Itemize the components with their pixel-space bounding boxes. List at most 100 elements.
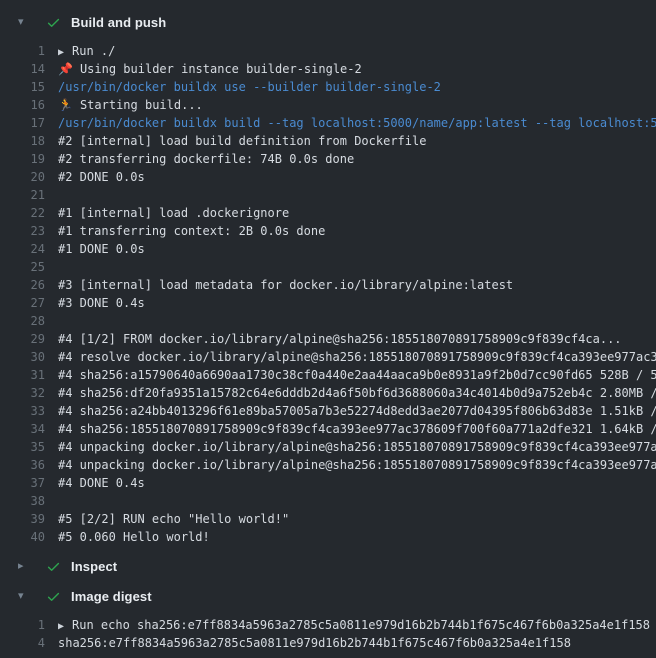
- line-number[interactable]: 16: [0, 96, 45, 114]
- line-number[interactable]: 15: [0, 78, 45, 96]
- line-text: Run echo sha256:e7ff8834a5963a2785c5a081…: [72, 618, 650, 632]
- line-number[interactable]: 17: [0, 114, 45, 132]
- line-text: #1 DONE 0.0s: [58, 242, 145, 256]
- step-header-inspect[interactable]: ▸ Inspect: [0, 548, 656, 578]
- line-number[interactable]: 29: [0, 330, 45, 348]
- line-content: 📌Using builder instance builder-single-2: [58, 60, 656, 78]
- line-text: Using builder instance builder-single-2: [80, 62, 362, 76]
- line-content: ▶Run ./: [58, 42, 656, 60]
- log-line: 23 #1 transferring context: 2B 0.0s done: [0, 222, 656, 240]
- log-line: 33 #4 sha256:a24bb4013296f61e89ba57005a7b…: [0, 402, 656, 420]
- line-text: #2 transferring dockerfile: 74B 0.0s don…: [58, 152, 354, 166]
- log-line: 36 #4 unpacking docker.io/library/alpine@…: [0, 456, 656, 474]
- chevron-down-icon[interactable]: ▾: [18, 17, 32, 28]
- line-content: #4 sha256:a24bb4013296f61e89ba57005a7b3e…: [58, 402, 656, 420]
- expand-group-icon[interactable]: ▶: [58, 621, 64, 632]
- log-line: 38: [0, 492, 656, 510]
- log-line: 20 #2 DONE 0.0s: [0, 168, 656, 186]
- line-text: #2 DONE 0.0s: [58, 170, 145, 184]
- log-line: 29 #4 [1/2] FROM docker.io/library/alpine…: [0, 330, 656, 348]
- line-text: #4 sha256:df20fa9351a15782c64e6dddb2d4a6…: [58, 386, 656, 400]
- line-text: #4 unpacking docker.io/library/alpine@sh…: [58, 458, 656, 472]
- line-content: #3 DONE 0.4s: [58, 294, 656, 312]
- line-content: #3 [internal] load metadata for docker.i…: [58, 276, 656, 294]
- line-content: #4 sha256:df20fa9351a15782c64e6dddb2d4a6…: [58, 384, 656, 402]
- log-line: 27 #3 DONE 0.4s: [0, 294, 656, 312]
- line-text: #2 [internal] load build definition from…: [58, 134, 426, 148]
- line-text: #1 [internal] load .dockerignore: [58, 206, 289, 220]
- line-number[interactable]: 33: [0, 402, 45, 420]
- line-number[interactable]: 23: [0, 222, 45, 240]
- line-text: #1 transferring context: 2B 0.0s done: [58, 224, 325, 238]
- line-content: #1 transferring context: 2B 0.0s done: [58, 222, 656, 240]
- log-line: 18 #2 [internal] load build definition fr…: [0, 132, 656, 150]
- line-number[interactable]: 36: [0, 456, 45, 474]
- line-number[interactable]: 14: [0, 60, 45, 78]
- step-header-build-and-push[interactable]: ▾ Build and push: [0, 0, 656, 34]
- line-content: 🏃 Starting build...: [58, 96, 656, 114]
- line-text: #5 [2/2] RUN echo "Hello world!": [58, 512, 289, 526]
- step-header-image-digest[interactable]: ▾ Image digest: [0, 578, 656, 608]
- line-number[interactable]: 24: [0, 240, 45, 258]
- line-content: /usr/bin/docker buildx use --builder bui…: [58, 78, 656, 96]
- line-number[interactable]: 39: [0, 510, 45, 528]
- line-number[interactable]: 32: [0, 384, 45, 402]
- log-line: 25: [0, 258, 656, 276]
- expand-group-icon[interactable]: ▶: [58, 47, 64, 58]
- line-text: #4 sha256:a24bb4013296f61e89ba57005a7b3e…: [58, 404, 656, 418]
- line-number[interactable]: 22: [0, 204, 45, 222]
- line-text: #4 sha256:a15790640a6690aa1730c38cf0a440…: [58, 368, 656, 382]
- log-line: 15/usr/bin/docker buildx use --builder b…: [0, 78, 656, 96]
- line-content: #2 transferring dockerfile: 74B 0.0s don…: [58, 150, 656, 168]
- line-content: #5 [2/2] RUN echo "Hello world!": [58, 510, 656, 528]
- log-line: 32 #4 sha256:df20fa9351a15782c64e6dddb2d4…: [0, 384, 656, 402]
- line-text: Starting build...: [80, 98, 203, 112]
- line-number[interactable]: 37: [0, 474, 45, 492]
- line-number[interactable]: 21: [0, 186, 45, 204]
- log-line: 21: [0, 186, 656, 204]
- line-content: /usr/bin/docker buildx build --tag local…: [58, 114, 656, 132]
- line-text: #4 DONE 0.4s: [58, 476, 145, 490]
- line-number[interactable]: 1: [0, 616, 45, 634]
- line-content: #4 sha256:185518070891758909c9f839cf4ca3…: [58, 420, 656, 438]
- line-content: sha256:e7ff8834a5963a2785c5a0811e979d16b…: [58, 634, 656, 652]
- log-line: 37 #4 DONE 0.4s: [0, 474, 656, 492]
- line-content: #4 resolve docker.io/library/alpine@sha2…: [58, 348, 656, 366]
- line-number[interactable]: 25: [0, 258, 45, 276]
- check-success-icon: [45, 588, 61, 604]
- line-content: #5 0.060 Hello world!: [58, 528, 656, 546]
- log-line: 1 ▶Run ./: [0, 42, 656, 60]
- line-number[interactable]: 27: [0, 294, 45, 312]
- log-line: 1 ▶ Run echo sha256:e7ff8834a5963a2785c5a0…: [0, 616, 656, 634]
- chevron-right-icon[interactable]: ▸: [18, 561, 32, 572]
- line-number[interactable]: 28: [0, 312, 45, 330]
- line-number[interactable]: 19: [0, 150, 45, 168]
- log-lines-image-digest: 1 ▶ Run echo sha256:e7ff8834a5963a2785c5a0…: [0, 616, 656, 654]
- line-number[interactable]: 26: [0, 276, 45, 294]
- line-number[interactable]: 34: [0, 420, 45, 438]
- line-number[interactable]: 38: [0, 492, 45, 510]
- chevron-down-icon[interactable]: ▾: [18, 591, 32, 602]
- line-text: #4 [1/2] FROM docker.io/library/alpine@s…: [58, 332, 622, 346]
- runner-icon: 🏃: [58, 98, 73, 112]
- step-image-digest: ▾ Image digest 1 ▶ Run echo sha256:e7ff8834…: [0, 578, 656, 654]
- step-inspect: ▸ Inspect: [0, 548, 656, 578]
- line-number[interactable]: 35: [0, 438, 45, 456]
- line-number[interactable]: 4: [0, 634, 45, 652]
- line-content: #2 [internal] load build definition from…: [58, 132, 656, 150]
- line-number[interactable]: 40: [0, 528, 45, 546]
- line-number[interactable]: 18: [0, 132, 45, 150]
- step-title: Inspect: [71, 559, 117, 574]
- line-content: #4 unpacking docker.io/library/alpine@sh…: [58, 456, 656, 474]
- line-number[interactable]: 31: [0, 366, 45, 384]
- line-number[interactable]: 20: [0, 168, 45, 186]
- line-number[interactable]: 30: [0, 348, 45, 366]
- line-content: #4 unpacking docker.io/library/alpine@sh…: [58, 438, 656, 456]
- line-text: #4 sha256:185518070891758909c9f839cf4ca3…: [58, 422, 656, 436]
- line-content: #4 [1/2] FROM docker.io/library/alpine@s…: [58, 330, 656, 348]
- log-line: 34 #4 sha256:185518070891758909c9f839cf4c…: [0, 420, 656, 438]
- log-line: 39 #5 [2/2] RUN echo "Hello world!": [0, 510, 656, 528]
- line-number[interactable]: 1: [0, 42, 45, 60]
- line-content: [58, 492, 656, 510]
- line-content: #4 DONE 0.4s: [58, 474, 656, 492]
